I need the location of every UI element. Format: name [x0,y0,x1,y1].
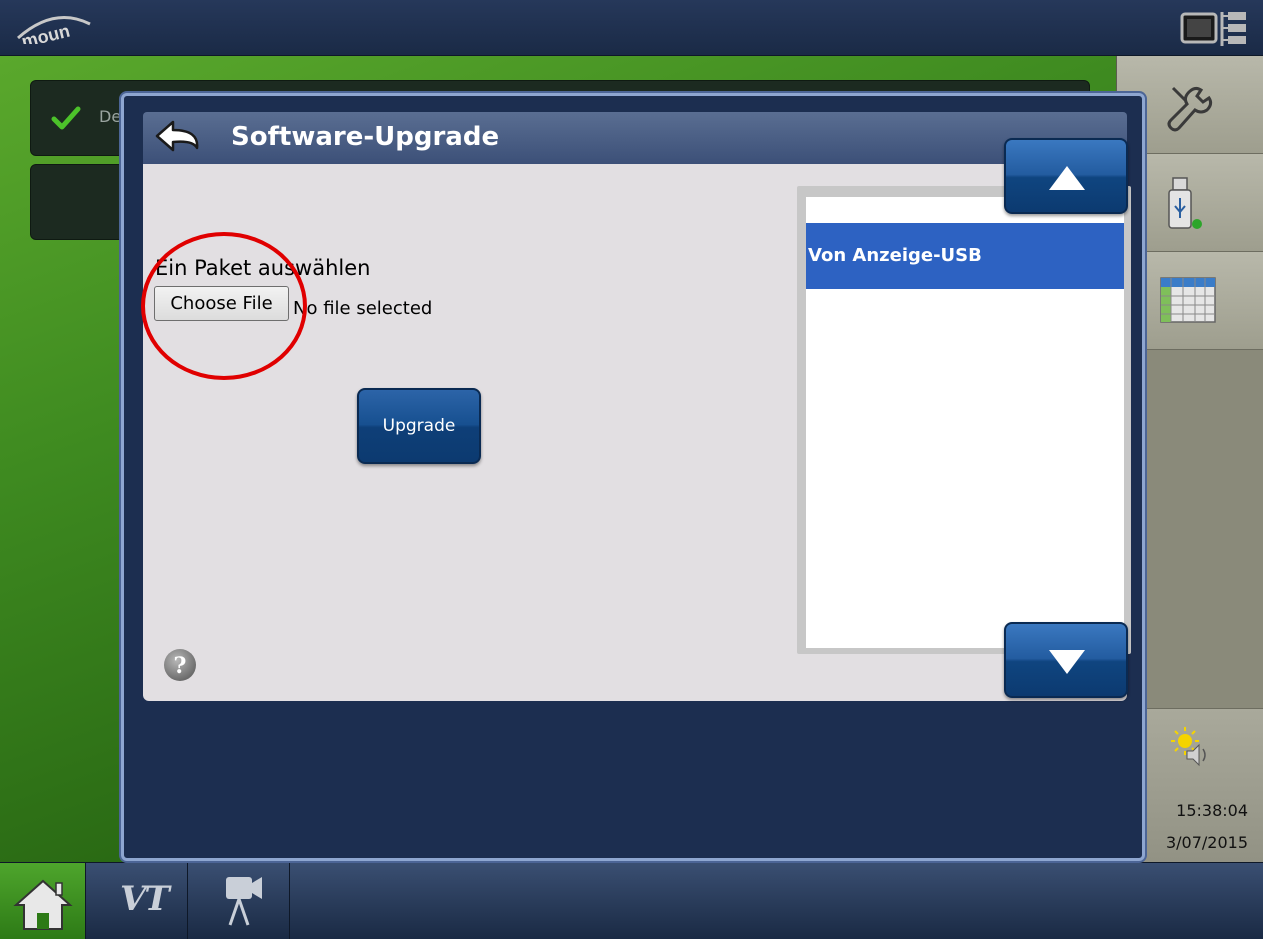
scroll-down-button[interactable] [1004,622,1128,698]
software-upgrade-dialog: Software-Upgrade Ein Paket auswählen Cho… [121,93,1145,861]
table-icon [1160,277,1216,323]
svg-text:?: ? [174,653,187,679]
dialog-header: Software-Upgrade [143,112,1127,164]
logo-text: moun [20,21,72,44]
wrench-icon [1167,86,1213,132]
camera-button[interactable] [204,863,290,939]
usb-drive-icon [1168,177,1202,229]
source-list[interactable]: Von Anzeige-USB [806,197,1124,648]
back-arrow-icon[interactable] [151,116,211,160]
clock-time: 15:38:04 [1176,801,1248,820]
clock-date: 3/07/2015 [1165,833,1248,852]
list-item[interactable]: Von Anzeige-USB [806,223,1124,289]
check-icon [51,106,81,130]
arrow-up-icon [1049,166,1085,190]
arrow-down-icon [1049,650,1085,674]
dialog-title: Software-Upgrade [231,122,500,152]
dialog-content: Ein Paket auswählen Choose File No file … [143,138,1131,701]
file-status-text: No file selected [293,298,433,319]
virtual-terminal-button[interactable]: VT [102,863,188,939]
home-button[interactable] [0,863,86,939]
help-icon[interactable]: ? [163,648,197,682]
upgrade-button[interactable]: Upgrade [357,388,481,464]
camera-icon [226,877,262,926]
vt-label: VT [120,879,170,919]
home-icon [13,879,73,930]
brand-logo: moun [17,16,91,44]
list-item-label: Von Anzeige-USB [808,245,982,266]
top-bar: moun [0,0,1263,56]
background-card-text: De [99,107,122,126]
bottom-bar: VT [0,862,1263,939]
annotation-highlight-circle [141,232,307,380]
screen-layout-icon[interactable] [1180,10,1250,48]
scroll-up-button[interactable] [1004,138,1128,214]
brightness-volume-icon[interactable] [1169,725,1213,769]
